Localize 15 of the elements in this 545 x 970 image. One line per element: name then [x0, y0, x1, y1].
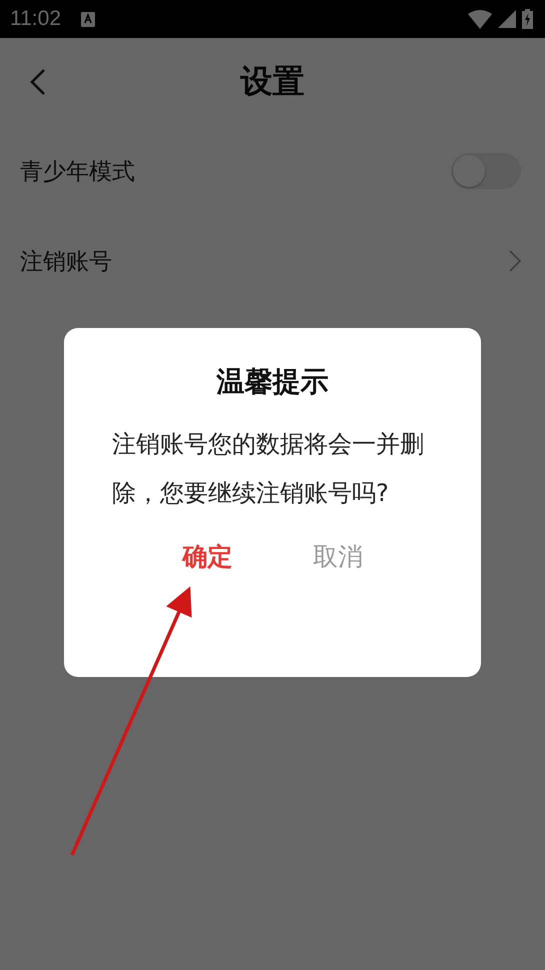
battery-icon [522, 9, 533, 29]
toggle-switch[interactable] [451, 153, 521, 189]
back-icon[interactable] [30, 68, 46, 96]
status-time: 11:02 [10, 7, 61, 31]
page-title: 设置 [240, 61, 304, 102]
setting-label: 注销账号 [20, 248, 112, 276]
cancel-button[interactable]: 取消 [304, 536, 371, 577]
signal-icon [498, 10, 516, 28]
dialog-message: 注销账号您的数据将会一并删除，您要继续注销账号吗? [112, 429, 425, 509]
dialog-title: 温馨提示 [215, 364, 330, 400]
confirm-button[interactable]: 确定 [174, 536, 240, 577]
wifi-icon [468, 10, 492, 28]
chevron-right-icon[interactable] [509, 250, 521, 272]
setting-label: 青少年模式 [20, 158, 135, 186]
keyboard-icon [81, 12, 95, 26]
